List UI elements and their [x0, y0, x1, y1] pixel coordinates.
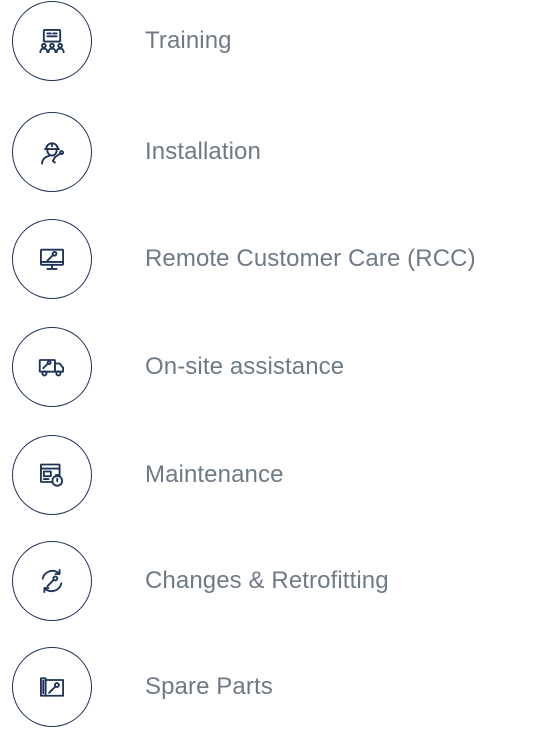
- retrofit-cycle-wrench-icon: [12, 541, 92, 621]
- service-item-installation[interactable]: Installation: [0, 102, 535, 202]
- service-label: Changes & Retrofitting: [145, 567, 389, 594]
- monitor-wrench-icon: [12, 219, 92, 299]
- training-icon: [12, 1, 92, 81]
- service-label: Installation: [145, 138, 261, 165]
- service-truck-icon: [12, 327, 92, 407]
- service-item-spare-parts[interactable]: Spare Parts: [0, 637, 535, 737]
- service-item-remote-customer-care[interactable]: Remote Customer Care (RCC): [0, 209, 535, 309]
- technician-wrench-icon: [12, 112, 92, 192]
- service-item-on-site-assistance[interactable]: On-site assistance: [0, 317, 535, 417]
- service-list: Training Installation Remote Customer Ca…: [0, 0, 535, 730]
- service-label: On-site assistance: [145, 353, 345, 380]
- service-item-changes-retrofitting[interactable]: Changes & Retrofitting: [0, 531, 535, 631]
- service-label: Training: [145, 27, 232, 54]
- maintenance-stopwatch-icon: [12, 435, 92, 515]
- service-label: Spare Parts: [145, 673, 273, 700]
- spare-parts-map-icon: [12, 647, 92, 727]
- service-label: Maintenance: [145, 461, 284, 488]
- service-item-maintenance[interactable]: Maintenance: [0, 425, 535, 525]
- service-item-training[interactable]: Training: [0, 0, 535, 91]
- service-label: Remote Customer Care (RCC): [145, 245, 476, 272]
